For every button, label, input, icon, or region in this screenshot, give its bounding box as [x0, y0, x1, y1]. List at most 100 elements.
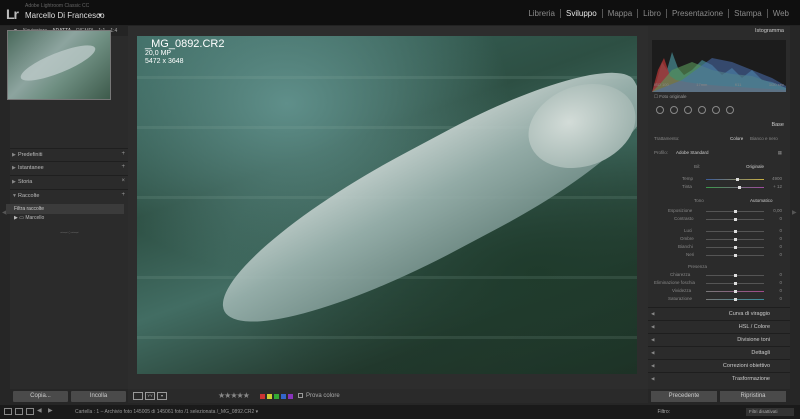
- treatment-row: Trattamento: Colore Bianco e nero: [654, 136, 778, 141]
- filmstrip-icons: ◀ ▶: [4, 408, 56, 415]
- histogram-exif: ISO 100 17mm f/11 1/20 sec: [654, 82, 784, 87]
- close-icon[interactable]: ×: [121, 178, 125, 184]
- exposure-slider[interactable]: [734, 210, 737, 213]
- reset-button[interactable]: Ripristina: [720, 391, 786, 402]
- soft-proof-label: Prova colore: [306, 393, 340, 399]
- treatment-color[interactable]: Colore: [730, 136, 743, 141]
- module-mappa[interactable]: Mappa: [603, 9, 639, 18]
- radial-filter-icon[interactable]: [712, 106, 720, 114]
- add-icon[interactable]: +: [121, 192, 125, 198]
- image-canvas: _MG_0892.CR2 20,0 MP 5472 x 3648: [128, 26, 648, 389]
- shadows-slider[interactable]: [734, 238, 737, 241]
- before-after-options-icon[interactable]: ▾: [157, 392, 167, 400]
- rating-stars[interactable]: ★★★★★: [218, 391, 250, 400]
- chevron-down-icon[interactable]: ▼: [97, 13, 103, 19]
- temp-slider[interactable]: [736, 178, 739, 181]
- module-stampa[interactable]: Stampa: [729, 9, 768, 18]
- grid-view-icon[interactable]: [26, 408, 34, 415]
- module-presentazione[interactable]: Presentazione: [667, 9, 730, 18]
- add-icon[interactable]: +: [121, 151, 125, 157]
- right-panel-toggle-icon[interactable]: ▶: [792, 210, 798, 216]
- copy-button[interactable]: Copia...: [13, 391, 68, 402]
- collapse-triangle-icon: ▼: [12, 193, 17, 199]
- forward-arrow-icon[interactable]: ▶: [48, 408, 56, 415]
- panel-hsl[interactable]: ◀ HSL / Colore: [648, 320, 790, 332]
- main-photo[interactable]: _MG_0892.CR2 20,0 MP 5472 x 3648: [137, 36, 637, 374]
- expand-triangle-icon: ▶: [12, 179, 16, 185]
- adjustment-brush-icon[interactable]: [726, 106, 734, 114]
- contrast-slider[interactable]: [734, 218, 737, 221]
- soft-proof-checkbox[interactable]: [298, 393, 303, 398]
- expand-triangle-icon: ◀: [651, 350, 655, 355]
- original-photo-checkbox[interactable]: ☐ Foto originale: [654, 94, 687, 100]
- loupe-view-icon[interactable]: [133, 392, 143, 400]
- blacks-slider[interactable]: [734, 254, 737, 257]
- filter-label: Filtro:: [657, 409, 671, 415]
- graduated-filter-icon[interactable]: [698, 106, 706, 114]
- treatment-bw[interactable]: Bianco e nero: [750, 136, 778, 141]
- red-eye-icon[interactable]: [684, 106, 692, 114]
- expand-triangle-icon: ◀: [651, 337, 655, 342]
- source-path[interactable]: Cartella : 1 – Archivio foto 145005 di 1…: [75, 409, 258, 415]
- panel-end-ornament: ⁓◦⁓: [60, 228, 79, 237]
- panel-lens-corrections[interactable]: ◀ Correzioni obiettivo: [648, 359, 790, 371]
- module-web[interactable]: Web: [768, 9, 794, 18]
- panel-detail[interactable]: ◀ Dettagli: [648, 346, 790, 358]
- filter-select[interactable]: Filtri disattivati: [746, 408, 794, 416]
- purple-label-icon[interactable]: [288, 394, 293, 399]
- user-name[interactable]: Marcello Di Francesco: [25, 11, 105, 20]
- spot-removal-icon[interactable]: [670, 106, 678, 114]
- section-presets[interactable]: ▶ Predefiniti +: [10, 148, 128, 160]
- profile-browser-icon[interactable]: ▦: [778, 150, 782, 156]
- crop-tool-icon[interactable]: [656, 106, 664, 114]
- section-snapshots[interactable]: ▶ Istantanee +: [10, 161, 128, 173]
- product-name: Adobe Lightroom Classic CC: [25, 3, 90, 9]
- expand-triangle-icon: ▶: [12, 152, 16, 158]
- megapixels: 20,0 MP: [145, 50, 172, 57]
- lightroom-window: Lr Adobe Lightroom Classic CC Marcello D…: [0, 0, 800, 419]
- file-name: _MG_0892.CR2: [145, 38, 225, 50]
- section-collections[interactable]: ▼ Raccolte +: [10, 189, 128, 201]
- paste-button[interactable]: Incolla: [71, 391, 126, 402]
- red-label-icon[interactable]: [260, 394, 265, 399]
- highlights-slider[interactable]: [734, 230, 737, 233]
- module-libro[interactable]: Libro: [638, 9, 667, 18]
- module-libreria[interactable]: Libreria: [523, 9, 561, 18]
- section-history[interactable]: ▶ Storia ×: [10, 175, 128, 187]
- blue-label-icon[interactable]: [281, 394, 286, 399]
- develop-toolbar: YY ▾ ★★★★★ Prova colore: [128, 389, 648, 403]
- panel-split-toning[interactable]: ◀ Divisione toni: [648, 333, 790, 345]
- wb-select[interactable]: Originale: [746, 164, 764, 169]
- tint-slider[interactable]: [738, 186, 741, 189]
- whites-slider[interactable]: [734, 246, 737, 249]
- back-arrow-icon[interactable]: ◀: [37, 408, 45, 415]
- panel-transform[interactable]: ◀ Trasformazione: [648, 372, 790, 384]
- collection-set-marcello[interactable]: ▶ ▭ Marcello: [14, 215, 44, 221]
- histogram-title[interactable]: Istogramma: [755, 28, 784, 34]
- module-sviluppo[interactable]: Sviluppo: [561, 9, 603, 18]
- expand-triangle-icon: ◀: [651, 324, 655, 329]
- add-icon[interactable]: +: [121, 164, 125, 170]
- display-1-icon[interactable]: [4, 408, 12, 415]
- profile-select[interactable]: Adobe Standard: [676, 150, 709, 155]
- clarity-slider[interactable]: [734, 274, 737, 277]
- auto-tone-button[interactable]: Automatico: [750, 198, 773, 203]
- zoom-1-4[interactable]: 1:4: [110, 28, 117, 34]
- previous-button[interactable]: Precedente: [651, 391, 717, 402]
- before-after-icon[interactable]: YY: [145, 392, 155, 400]
- saturation-slider[interactable]: [734, 298, 737, 301]
- dimensions: 5472 x 3648: [145, 58, 184, 65]
- profile-row: Profilo: Adobe Standard ▦: [654, 150, 782, 156]
- dehaze-slider[interactable]: [734, 282, 737, 285]
- lr-logo: Lr: [6, 6, 19, 22]
- photo-info-overlay: _MG_0892.CR2 20,0 MP 5472 x 3648: [145, 38, 225, 66]
- green-label-icon[interactable]: [274, 394, 279, 399]
- navigator-preview[interactable]: [7, 30, 111, 100]
- basic-panel-title[interactable]: Base: [771, 122, 784, 128]
- filter-collections-input[interactable]: Filtra raccolte: [6, 204, 124, 214]
- filmstrip-bar: ◀ ▶ Cartella : 1 – Archivio foto 145005 …: [0, 405, 800, 419]
- display-2-icon[interactable]: [15, 408, 23, 415]
- yellow-label-icon[interactable]: [267, 394, 272, 399]
- panel-tone-curve[interactable]: ◀ Curva di viraggio: [648, 307, 790, 319]
- vibrance-slider[interactable]: [734, 290, 737, 293]
